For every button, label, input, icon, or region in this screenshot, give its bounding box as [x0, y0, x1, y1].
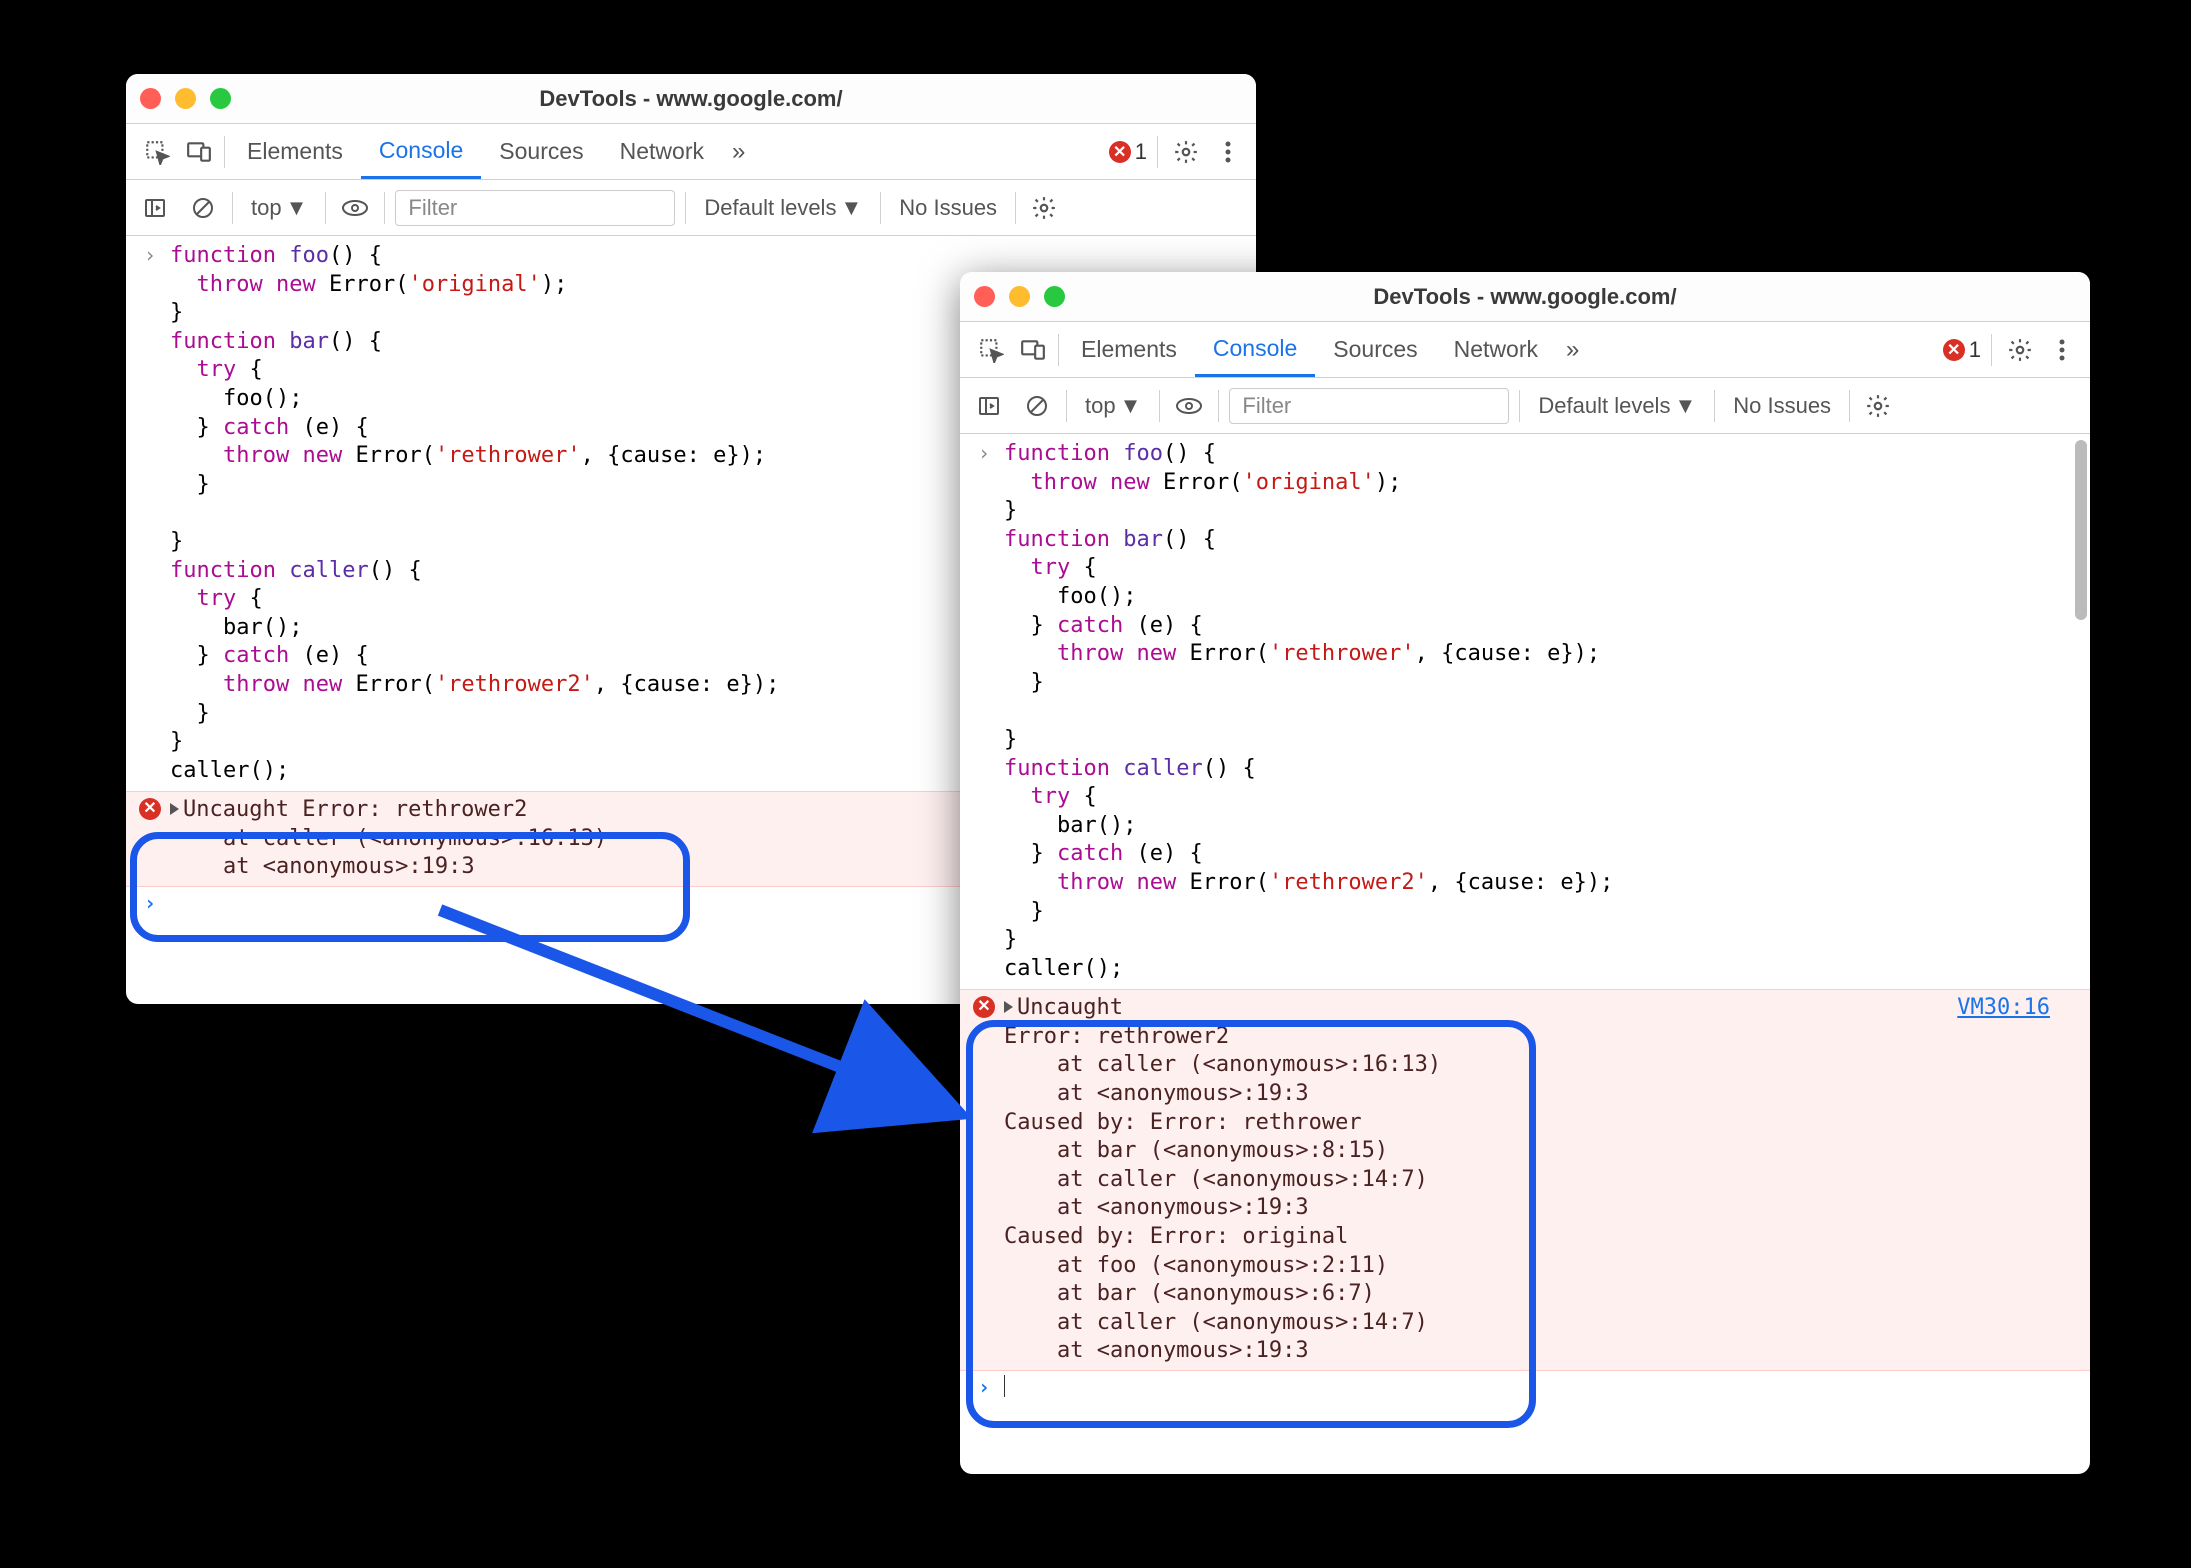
window-title: DevTools - www.google.com/	[960, 284, 2090, 310]
more-tabs-icon[interactable]: »	[1556, 336, 1589, 364]
error-icon: ✕	[973, 996, 995, 1018]
panel-tabs: Elements Console Sources Network » ✕ 1	[960, 322, 2090, 378]
input-chevron-icon: ›	[130, 242, 170, 785]
minimize-icon[interactable]	[175, 88, 196, 109]
tab-sources[interactable]: Sources	[1315, 322, 1435, 377]
close-icon[interactable]	[974, 286, 995, 307]
console-settings-icon[interactable]	[1860, 388, 1896, 424]
tab-console[interactable]: Console	[361, 124, 481, 179]
tab-network[interactable]: Network	[1436, 322, 1556, 377]
zoom-icon[interactable]	[1044, 286, 1065, 307]
sidebar-toggle-icon[interactable]	[970, 387, 1008, 425]
chevron-down-icon: ▼	[1674, 393, 1696, 419]
tab-console[interactable]: Console	[1195, 322, 1315, 377]
chevron-down-icon: ▼	[840, 195, 862, 221]
log-levels-selector[interactable]: Default levels ▼	[696, 195, 870, 221]
clear-console-icon[interactable]	[1018, 387, 1056, 425]
disclosure-triangle-icon[interactable]	[1004, 1001, 1013, 1013]
gear-icon[interactable]	[1168, 134, 1204, 170]
chevron-down-icon: ▼	[1120, 393, 1142, 419]
scrollbar-thumb[interactable]	[2075, 440, 2087, 620]
close-icon[interactable]	[140, 88, 161, 109]
live-expression-icon[interactable]	[1170, 387, 1208, 425]
levels-label: Default levels	[704, 195, 836, 221]
source-link[interactable]: VM30:16	[1957, 994, 2050, 1023]
live-expression-icon[interactable]	[336, 189, 374, 227]
error-count: 1	[1969, 337, 1981, 363]
issues-label[interactable]: No Issues	[1725, 393, 1839, 419]
context-label: top	[251, 195, 282, 221]
tab-elements[interactable]: Elements	[229, 124, 361, 179]
minimize-icon[interactable]	[1009, 286, 1030, 307]
disclosure-triangle-icon[interactable]	[170, 803, 179, 815]
tab-elements[interactable]: Elements	[1063, 322, 1195, 377]
traffic-lights	[140, 88, 231, 109]
prompt-chevron-icon: ›	[130, 891, 170, 915]
inspect-icon[interactable]	[136, 131, 178, 173]
sidebar-toggle-icon[interactable]	[136, 189, 174, 227]
error-icon: ✕	[1943, 339, 1965, 361]
error-icon: ✕	[139, 798, 161, 820]
filter-input[interactable]	[1229, 388, 1509, 424]
log-levels-selector[interactable]: Default levels ▼	[1530, 393, 1704, 419]
issues-label[interactable]: No Issues	[891, 195, 1005, 221]
code-content: function foo() { throw new Error('origin…	[1004, 440, 2080, 983]
error-message: Uncaught Error: rethrower2 at caller (<a…	[1004, 994, 2080, 1366]
error-icon: ✕	[1109, 141, 1131, 163]
filter-input[interactable]	[395, 190, 675, 226]
context-selector[interactable]: top ▼	[243, 195, 315, 221]
error-count-badge[interactable]: ✕ 1	[1109, 139, 1147, 165]
device-toggle-icon[interactable]	[1012, 329, 1054, 371]
panel-tabs: Elements Console Sources Network » ✕ 1	[126, 124, 1256, 180]
console-toolbar: top ▼ Default levels ▼ No Issues	[960, 378, 2090, 434]
devtools-window-b: DevTools - www.google.com/ Elements Cons…	[960, 272, 2090, 1474]
context-selector[interactable]: top ▼	[1077, 393, 1149, 419]
tab-sources[interactable]: Sources	[481, 124, 601, 179]
input-chevron-icon: ›	[964, 440, 1004, 983]
chevron-down-icon: ▼	[286, 195, 308, 221]
window-title: DevTools - www.google.com/	[126, 86, 1256, 112]
inspect-icon[interactable]	[970, 329, 1012, 371]
more-tabs-icon[interactable]: »	[722, 138, 755, 166]
kebab-icon[interactable]	[2044, 332, 2080, 368]
console-settings-icon[interactable]	[1026, 190, 1062, 226]
console-output: › function foo() { throw new Error('orig…	[960, 434, 2090, 1474]
gear-icon[interactable]	[2002, 332, 2038, 368]
titlebar: DevTools - www.google.com/	[960, 272, 2090, 322]
traffic-lights	[974, 286, 1065, 307]
levels-label: Default levels	[1538, 393, 1670, 419]
clear-console-icon[interactable]	[184, 189, 222, 227]
context-label: top	[1085, 393, 1116, 419]
kebab-icon[interactable]	[1210, 134, 1246, 170]
console-input-echo: › function foo() { throw new Error('orig…	[960, 434, 2090, 989]
titlebar: DevTools - www.google.com/	[126, 74, 1256, 124]
tab-network[interactable]: Network	[602, 124, 722, 179]
console-error-row[interactable]: ✕ Uncaught Error: rethrower2 at caller (…	[960, 989, 2090, 1371]
device-toggle-icon[interactable]	[178, 131, 220, 173]
error-count: 1	[1135, 139, 1147, 165]
error-count-badge[interactable]: ✕ 1	[1943, 337, 1981, 363]
console-toolbar: top ▼ Default levels ▼ No Issues	[126, 180, 1256, 236]
console-prompt[interactable]: ›	[960, 1371, 2090, 1403]
prompt-chevron-icon: ›	[964, 1375, 1004, 1399]
zoom-icon[interactable]	[210, 88, 231, 109]
